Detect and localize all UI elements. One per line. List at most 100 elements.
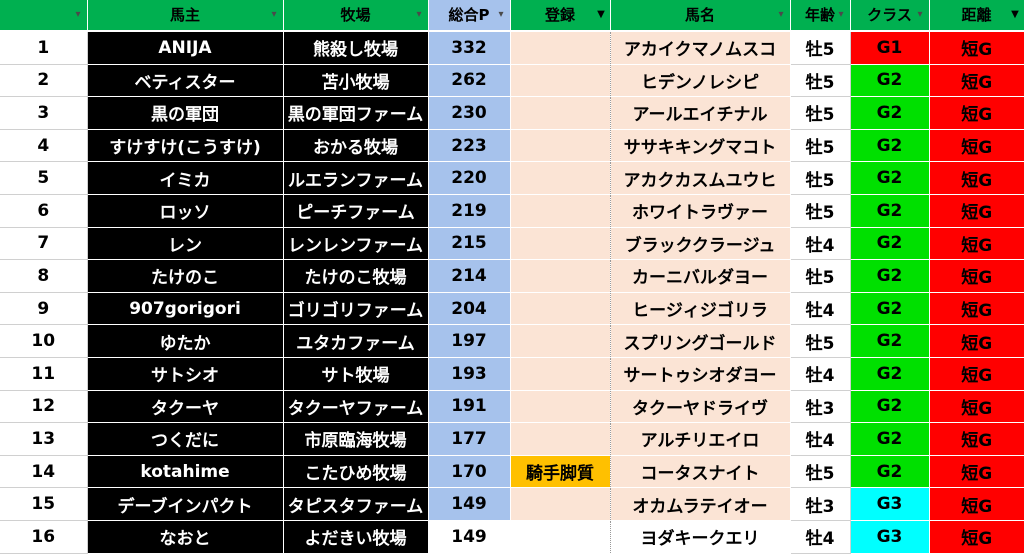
- table-row[interactable]: 1 ANIJA 熊殺し牧場 332 アカイクマノムスコ 牡5 G1 短G: [0, 32, 1024, 65]
- class-badge[interactable]: G2: [850, 455, 930, 489]
- distance-cell[interactable]: 短G: [929, 64, 1024, 98]
- registration-cell[interactable]: [510, 64, 611, 98]
- distance-cell[interactable]: 短G: [929, 194, 1024, 228]
- distance-cell[interactable]: 短G: [929, 259, 1024, 293]
- distance-cell[interactable]: 短G: [929, 96, 1024, 130]
- farm-cell[interactable]: 黒の軍団ファーム: [283, 96, 429, 130]
- class-badge[interactable]: G2: [850, 324, 930, 358]
- class-badge[interactable]: G2: [850, 357, 930, 391]
- column-header-distance[interactable]: 距離 ▼: [929, 0, 1024, 30]
- farm-cell[interactable]: 市原臨海牧場: [283, 422, 429, 456]
- row-number-cell[interactable]: 3: [0, 96, 88, 130]
- registration-cell[interactable]: [510, 324, 611, 358]
- points-cell[interactable]: 197: [428, 324, 511, 358]
- class-badge[interactable]: G2: [850, 292, 930, 326]
- points-cell[interactable]: 262: [428, 64, 511, 98]
- filter-active-icon[interactable]: ▼: [596, 9, 607, 20]
- owner-cell[interactable]: レン: [87, 227, 284, 261]
- filter-dropdown-icon[interactable]: ▾: [915, 9, 926, 20]
- horse-name-cell[interactable]: ヨダキークエリ: [610, 520, 791, 554]
- age-cell[interactable]: 牡5: [790, 96, 851, 130]
- horse-name-cell[interactable]: タクーヤドライヴ: [610, 390, 791, 424]
- class-badge[interactable]: G2: [850, 96, 930, 130]
- age-cell[interactable]: 牡5: [790, 64, 851, 98]
- registration-cell[interactable]: [510, 227, 611, 261]
- registration-cell[interactable]: 騎手脚質: [510, 455, 611, 489]
- filter-active-icon[interactable]: ▼: [1010, 9, 1021, 20]
- table-row[interactable]: 15 デーブインパクト タピスタファーム 149 オカムラテイオー 牡3 G3 短G: [0, 487, 1024, 521]
- table-row[interactable]: 16 なおと よだきい牧場 149 ヨダキークエリ 牡4 G3 短G: [0, 520, 1024, 554]
- horse-name-cell[interactable]: ヒージィジゴリラ: [610, 292, 791, 326]
- points-cell[interactable]: 332: [428, 32, 511, 65]
- horse-name-cell[interactable]: ヒデンノレシピ: [610, 64, 791, 98]
- row-number-cell[interactable]: 15: [0, 487, 88, 521]
- horse-name-cell[interactable]: アルチリエイロ: [610, 422, 791, 456]
- column-header-horse[interactable]: 馬名 ▾: [610, 0, 791, 30]
- horse-name-cell[interactable]: アカクカスムユウヒ: [610, 161, 791, 195]
- registration-cell[interactable]: [510, 487, 611, 521]
- horse-name-cell[interactable]: ササキキングマコト: [610, 129, 791, 163]
- distance-cell[interactable]: 短G: [929, 227, 1024, 261]
- horse-name-cell[interactable]: スプリングゴールド: [610, 324, 791, 358]
- owner-cell[interactable]: ANIJA: [87, 32, 284, 65]
- age-cell[interactable]: 牡5: [790, 194, 851, 228]
- farm-cell[interactable]: おかる牧場: [283, 129, 429, 163]
- class-badge[interactable]: G2: [850, 227, 930, 261]
- farm-cell[interactable]: タピスタファーム: [283, 487, 429, 521]
- distance-cell[interactable]: 短G: [929, 357, 1024, 391]
- horse-name-cell[interactable]: ホワイトラヴァー: [610, 194, 791, 228]
- row-number-cell[interactable]: 2: [0, 64, 88, 98]
- horse-name-cell[interactable]: オカムラテイオー: [610, 487, 791, 521]
- registration-cell[interactable]: [510, 422, 611, 456]
- owner-cell[interactable]: サトシオ: [87, 357, 284, 391]
- class-badge[interactable]: G2: [850, 129, 930, 163]
- farm-cell[interactable]: よだきい牧場: [283, 520, 429, 554]
- row-number-cell[interactable]: 1: [0, 32, 88, 65]
- horse-name-cell[interactable]: アカイクマノムスコ: [610, 32, 791, 65]
- table-row[interactable]: 6 ロッソ ピーチファーム 219 ホワイトラヴァー 牡5 G2 短G: [0, 194, 1024, 228]
- table-row[interactable]: 11 サトシオ サト牧場 193 サートゥシオダヨー 牡4 G2 短G: [0, 357, 1024, 391]
- class-badge[interactable]: G3: [850, 520, 930, 554]
- owner-cell[interactable]: ゆたか: [87, 324, 284, 358]
- row-number-cell[interactable]: 5: [0, 161, 88, 195]
- registration-cell[interactable]: [510, 357, 611, 391]
- row-number-cell[interactable]: 12: [0, 390, 88, 424]
- points-cell[interactable]: 204: [428, 292, 511, 326]
- distance-cell[interactable]: 短G: [929, 292, 1024, 326]
- age-cell[interactable]: 牡5: [790, 259, 851, 293]
- points-cell[interactable]: 191: [428, 390, 511, 424]
- distance-cell[interactable]: 短G: [929, 520, 1024, 554]
- registration-cell[interactable]: [510, 390, 611, 424]
- class-badge[interactable]: G2: [850, 64, 930, 98]
- horse-name-cell[interactable]: ブラッククラージュ: [610, 227, 791, 261]
- row-number-cell[interactable]: 7: [0, 227, 88, 261]
- owner-cell[interactable]: すけすけ(こうすけ): [87, 129, 284, 163]
- owner-cell[interactable]: 907gorigori: [87, 292, 284, 326]
- registration-cell[interactable]: [510, 161, 611, 195]
- row-number-cell[interactable]: 4: [0, 129, 88, 163]
- owner-cell[interactable]: ロッソ: [87, 194, 284, 228]
- age-cell[interactable]: 牡4: [790, 357, 851, 391]
- column-header-class[interactable]: クラス ▾: [850, 0, 930, 30]
- age-cell[interactable]: 牡3: [790, 487, 851, 521]
- class-badge[interactable]: G2: [850, 161, 930, 195]
- column-header-registration[interactable]: 登録 ▼: [510, 0, 611, 30]
- filter-dropdown-icon[interactable]: ▾: [73, 9, 84, 20]
- table-row[interactable]: 4 すけすけ(こうすけ) おかる牧場 223 ササキキングマコト 牡5 G2 短G: [0, 129, 1024, 163]
- distance-cell[interactable]: 短G: [929, 390, 1024, 424]
- farm-cell[interactable]: こたひめ牧場: [283, 455, 429, 489]
- table-row[interactable]: 5 イミカ ルエランファーム 220 アカクカスムユウヒ 牡5 G2 短G: [0, 161, 1024, 195]
- owner-cell[interactable]: つくだに: [87, 422, 284, 456]
- row-number-cell[interactable]: 11: [0, 357, 88, 391]
- row-number-cell[interactable]: 13: [0, 422, 88, 456]
- class-badge[interactable]: G2: [850, 259, 930, 293]
- age-cell[interactable]: 牡5: [790, 32, 851, 65]
- farm-cell[interactable]: ピーチファーム: [283, 194, 429, 228]
- filter-dropdown-icon[interactable]: ▾: [496, 9, 507, 20]
- registration-cell[interactable]: [510, 129, 611, 163]
- class-badge[interactable]: G1: [850, 32, 930, 65]
- farm-cell[interactable]: サト牧場: [283, 357, 429, 391]
- points-cell[interactable]: 177: [428, 422, 511, 456]
- registration-cell[interactable]: [510, 292, 611, 326]
- filter-dropdown-icon[interactable]: ▾: [269, 9, 280, 20]
